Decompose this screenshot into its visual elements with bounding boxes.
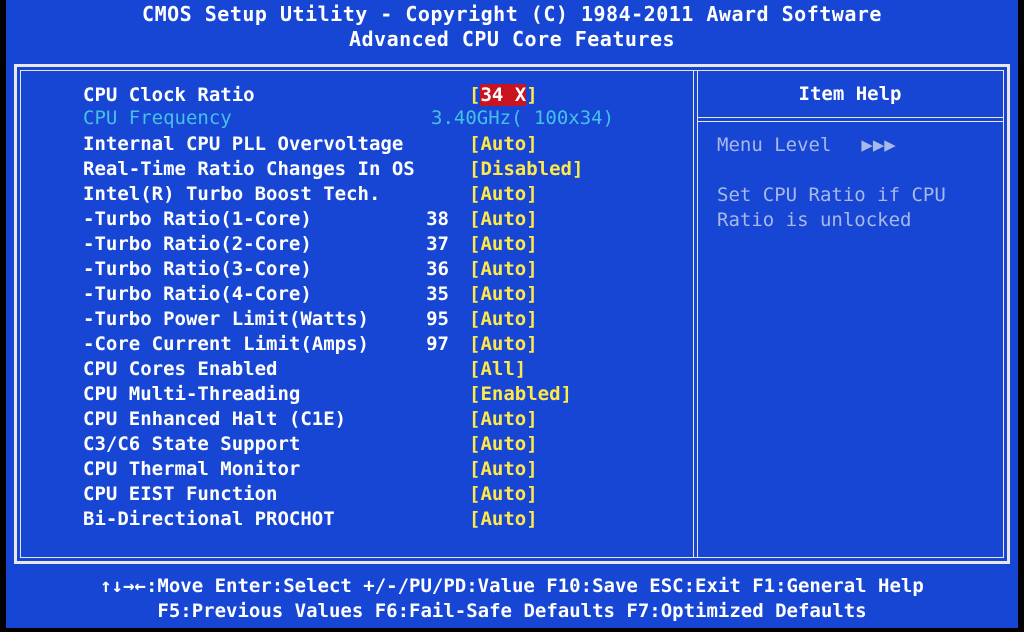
menu-item-number: 37 xyxy=(426,233,449,255)
menu-item: CPU Frequency 3.40GHz( 100x34) xyxy=(21,106,681,131)
menu-item[interactable]: Bi-Directional PROCHOT [Auto] xyxy=(21,507,681,532)
menu-item[interactable]: Real-Time Ratio Changes In OS [Disabled] xyxy=(21,157,681,182)
menu-item-label: -Core Current Limit(Amps) xyxy=(83,333,369,355)
menu-item-label: Internal CPU PLL Overvoltage xyxy=(83,133,404,155)
bios-screen: CMOS Setup Utility - Copyright (C) 1984-… xyxy=(6,0,1018,628)
menu-item-value[interactable]: [Auto] xyxy=(469,182,538,207)
menu-item-label: Bi-Directional PROCHOT xyxy=(83,508,335,530)
panel-divider xyxy=(693,71,698,557)
menu-item-value[interactable]: [34 X] xyxy=(469,83,538,108)
menu-item-number: 95 xyxy=(426,308,449,330)
menu-item-label: Real-Time Ratio Changes In OS xyxy=(83,158,415,180)
help-separator xyxy=(697,117,1003,122)
menu-item-label: CPU Thermal Monitor xyxy=(83,458,301,480)
menu-item[interactable]: CPU Clock Ratio [34 X] xyxy=(21,83,681,108)
menu-item-value[interactable]: [Disabled] xyxy=(469,157,583,182)
menu-item-label: -Turbo Ratio(3-Core) xyxy=(83,258,312,280)
menu-item-label: CPU EIST Function xyxy=(83,483,278,505)
menu-item-label: -Turbo Ratio(1-Core) xyxy=(83,208,312,230)
header: CMOS Setup Utility - Copyright (C) 1984-… xyxy=(6,2,1018,52)
menu-item[interactable]: Intel(R) Turbo Boost Tech. [Auto] xyxy=(21,182,681,207)
key-legend: ↑↓→←:Move Enter:Select +/-/PU/PD:Value F… xyxy=(6,574,1018,624)
menu-item-value[interactable]: [All] xyxy=(469,357,526,382)
selected-value[interactable]: 34 X xyxy=(480,84,527,106)
menu-item-label: CPU Clock Ratio xyxy=(83,84,255,106)
menu-item-label: CPU Frequency xyxy=(83,107,232,129)
menu-item-value[interactable]: [Auto] xyxy=(469,332,538,357)
menu-item[interactable]: C3/C6 State Support [Auto] xyxy=(21,432,681,457)
menu-item-value[interactable]: [Auto] xyxy=(469,507,538,532)
menu-item[interactable]: -Turbo Power Limit(Watts) 95 [Auto] xyxy=(21,307,681,332)
menu-item-value[interactable]: [Auto] xyxy=(469,307,538,332)
menu-item-value[interactable]: [Auto] xyxy=(469,482,538,507)
main-frame-inner: CPU Clock Ratio [34 X] CPU Frequency 3.40GH… xyxy=(20,70,1004,558)
menu-item-label: -Turbo Ratio(4-Core) xyxy=(83,283,312,305)
menu-item[interactable]: CPU Thermal Monitor [Auto] xyxy=(21,457,681,482)
menu-item-number: 35 xyxy=(426,283,449,305)
menu-item[interactable]: CPU Cores Enabled [All] xyxy=(21,357,681,382)
menu-item-value[interactable]: [Auto] xyxy=(469,407,538,432)
menu-item[interactable]: CPU Enhanced Halt (C1E) [Auto] xyxy=(21,407,681,432)
key-legend-line2: F5:Previous Values F6:Fail-Safe Defaults… xyxy=(157,600,867,622)
menu-item[interactable]: CPU Multi-Threading [Enabled] xyxy=(21,382,681,407)
bracket-close: ] xyxy=(526,84,538,106)
menu-item-label: CPU Cores Enabled xyxy=(83,358,278,380)
key-legend-line1: ↑↓→←:Move Enter:Select +/-/PU/PD:Value F… xyxy=(100,575,924,597)
menu-level-arrows-icon: ▶▶▶ xyxy=(861,134,896,156)
menu-item-label: CPU Enhanced Halt (C1E) xyxy=(83,408,347,430)
help-panel: Menu Level ▶▶▶ Set CPU Ratio if CPU Ratio… xyxy=(717,133,1007,233)
menu-level: Menu Level ▶▶▶ xyxy=(717,133,1007,158)
menu-item-label: C3/C6 State Support xyxy=(83,433,301,455)
menu-item-value[interactable]: [Auto] xyxy=(469,457,538,482)
menu-item[interactable]: -Turbo Ratio(4-Core) 35 [Auto] xyxy=(21,282,681,307)
utility-title: CMOS Setup Utility - Copyright (C) 1984-… xyxy=(142,2,882,26)
menu-item-value[interactable]: [Auto] xyxy=(469,207,538,232)
menu-item-number: 38 xyxy=(426,208,449,230)
menu-item-value[interactable]: [Auto] xyxy=(469,232,538,257)
menu-item-value[interactable]: [Auto] xyxy=(469,282,538,307)
menu-item[interactable]: -Turbo Ratio(1-Core) 38 [Auto] xyxy=(21,207,681,232)
menu-item[interactable]: Internal CPU PLL Overvoltage [Auto] xyxy=(21,132,681,157)
menu-item-number: 97 xyxy=(426,333,449,355)
help-text-line1: Set CPU Ratio if CPU xyxy=(717,184,946,206)
menu-item-value[interactable]: [Enabled] xyxy=(469,382,572,407)
menu-item-label: -Turbo Power Limit(Watts) xyxy=(83,308,369,330)
menu-item-value[interactable]: [Auto] xyxy=(469,132,538,157)
help-text-line2: Ratio is unlocked xyxy=(717,209,912,231)
menu-item[interactable]: -Turbo Ratio(2-Core) 37 [Auto] xyxy=(21,232,681,257)
menu-item-label: -Turbo Ratio(2-Core) xyxy=(83,233,312,255)
menu-item-number: 36 xyxy=(426,258,449,280)
menu-item-label: CPU Multi-Threading xyxy=(83,383,301,405)
menu-item[interactable]: -Core Current Limit(Amps) 97 [Auto] xyxy=(21,332,681,357)
page-title: Advanced CPU Core Features xyxy=(348,27,676,51)
menu-item-value[interactable]: [Auto] xyxy=(469,432,538,457)
menu-item-label: Intel(R) Turbo Boost Tech. xyxy=(83,183,381,205)
help-title: Item Help xyxy=(798,83,902,105)
menu-level-label: Menu Level xyxy=(717,134,832,156)
menu-item[interactable]: CPU EIST Function [Auto] xyxy=(21,482,681,507)
bracket-open: [ xyxy=(469,84,481,106)
main-frame: CPU Clock Ratio [34 X] CPU Frequency 3.40GH… xyxy=(14,64,1010,564)
menu-item[interactable]: -Turbo Ratio(3-Core) 36 [Auto] xyxy=(21,257,681,282)
menu-item-value: 3.40GHz( 100x34) xyxy=(431,107,615,129)
menu-item-value[interactable]: [Auto] xyxy=(469,257,538,282)
